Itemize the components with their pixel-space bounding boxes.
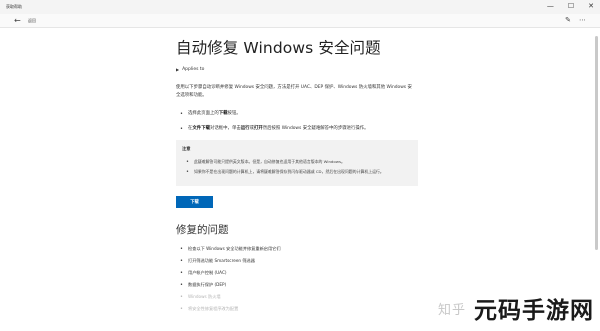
watermark: 知乎 元码手游网 xyxy=(438,291,594,325)
applies-to-toggle[interactable]: ▶ Applies to xyxy=(176,67,422,72)
maximize-button[interactable]: ☐ xyxy=(568,2,574,11)
note-box: 注意 此疑难解答可能只提供英文版本。但是，自动修复也适用于其他语言版本的 Win… xyxy=(176,140,418,187)
expand-triangle-icon: ▶ xyxy=(176,67,180,72)
note-item: 如果你不是在出现问题的计算机上，请将疑难解答保存到闪存驱动器或 CD，然后在出现… xyxy=(182,169,412,175)
note-title: 注意 xyxy=(182,146,191,152)
step-item: 选择此页面上的下载按钮。 xyxy=(176,110,422,118)
note-item: 此疑难解答可能只提供英文版本。但是，自动修复也适用于其他语言版本的 Window… xyxy=(182,159,412,165)
issue-item: 检查以下 Windows 安全功能并修复重新启用它们 xyxy=(176,246,422,252)
step-text: 然后按照 Windows 安全疑难解答中的步骤进行操作。 xyxy=(262,126,369,132)
step-text: 选择此页面上的 xyxy=(188,111,219,117)
navigation-bar: ← 返回 ✎ ⋯ xyxy=(0,14,600,28)
steps-list: 选择此页面上的下载按钮。 在文件下载对话框中，单击运行或打开然后按照 Windo… xyxy=(176,110,422,133)
issues-list: 检查以下 Windows 安全功能并修复重新启用它们 打开筛选功能 Smarts… xyxy=(176,246,422,312)
step-bold: 打开 xyxy=(253,126,263,132)
brand-watermark: 元码手游网 xyxy=(474,298,594,324)
applies-to-label: Applies to xyxy=(182,67,205,72)
back-arrow-icon[interactable]: ← xyxy=(14,16,21,25)
page-title: 自动修复 Windows 安全问题 xyxy=(176,39,381,57)
issue-item: 用户帐户控制 (UAC) xyxy=(176,270,422,276)
minimize-button[interactable]: — xyxy=(547,2,554,11)
zhihu-watermark: 知乎 xyxy=(437,302,466,318)
scrollbar-thumb[interactable] xyxy=(595,36,598,250)
step-item: 在文件下载对话框中，单击运行或打开然后按照 Windows 安全疑难解答中的步骤… xyxy=(176,125,422,133)
step-text: 按钮。 xyxy=(227,111,241,117)
download-button[interactable]: 下载 xyxy=(176,196,213,209)
close-button[interactable]: ✕ xyxy=(588,2,594,11)
issue-item: 打开筛选功能 Smartscreen 筛选器 xyxy=(176,258,422,264)
issues-heading: 修复的问题 xyxy=(176,224,229,237)
edit-icon[interactable]: ✎ xyxy=(565,16,571,24)
article-content: 自动修复 Windows 安全问题 ▶ Applies to 使用以下步骤自动诊… xyxy=(176,38,422,318)
intro-paragraph: 使用以下步骤自动诊断并修复 Windows 安全问题，方法是打开 UAC、DEP… xyxy=(176,85,412,99)
more-options-icon[interactable]: ⋯ xyxy=(579,16,586,24)
window-titlebar: 获取帮助 — ☐ ✕ xyxy=(0,0,600,14)
nav-actions: ✎ ⋯ xyxy=(565,16,586,24)
issue-item: 数据执行保护 (DEP) xyxy=(176,282,422,288)
back-label[interactable]: 返回 xyxy=(28,18,36,24)
vertical-scrollbar[interactable] xyxy=(595,30,598,260)
issue-item: Windows 防火墙 xyxy=(176,294,422,300)
window-controls: — ☐ ✕ xyxy=(547,2,594,11)
step-bold: 运行 xyxy=(240,126,250,132)
step-bold: 文件下载 xyxy=(192,126,210,132)
window-title: 获取帮助 xyxy=(6,4,22,9)
issue-item: 将安全性修复程序改为配置 xyxy=(176,306,422,312)
step-text: 对话框中，单击 xyxy=(209,126,241,132)
step-bold: 下载 xyxy=(218,111,228,117)
note-list: 此疑难解答可能只提供英文版本。但是，自动修复也适用于其他语言版本的 Window… xyxy=(182,159,412,175)
